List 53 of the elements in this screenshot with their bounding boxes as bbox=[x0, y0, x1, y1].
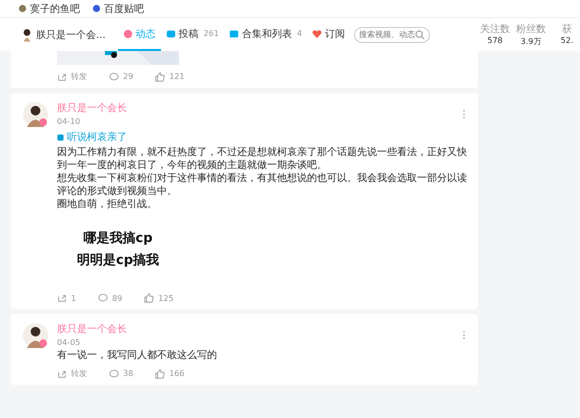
post-text: 有一说一，我写同人都不敢这么写的 bbox=[57, 349, 218, 362]
image-text: 明明是cp搞我 bbox=[76, 252, 159, 269]
like-button[interactable]: 125 bbox=[144, 293, 174, 303]
post-text: 想先收集一下柯哀粉们对于这件事情的看法，有其他想说的也可以。我会我会选取一部分以读评论的形式做到视频当中。 bbox=[57, 172, 468, 198]
thumbs-up-icon bbox=[155, 72, 166, 82]
search-field[interactable]: 搜索视频、动态 bbox=[354, 26, 430, 42]
nav-tab[interactable]: 订阅 bbox=[306, 18, 350, 51]
share-icon bbox=[57, 293, 67, 303]
share-icon bbox=[57, 72, 67, 82]
thumbs-up-icon bbox=[155, 368, 166, 378]
share-button[interactable]: 1 bbox=[57, 293, 76, 303]
share-icon bbox=[57, 368, 67, 378]
more-icon[interactable] bbox=[462, 330, 466, 340]
avatar-icon bbox=[22, 28, 32, 42]
bookmark-icon bbox=[92, 4, 101, 13]
stat-value: 3.9万 bbox=[520, 36, 542, 47]
post-date: 04-10 bbox=[57, 117, 82, 126]
topic-icon bbox=[57, 134, 64, 140]
avatar-icon bbox=[22, 322, 49, 349]
stat-value: 578 bbox=[487, 36, 503, 45]
nav-tab[interactable]: 投稿 261 bbox=[160, 18, 224, 51]
author-name[interactable]: 朕只是一个会长 bbox=[57, 322, 454, 336]
bookmark-link[interactable]: 寞子的鱼吧 bbox=[18, 2, 80, 16]
bookmark-link[interactable]: 百度贴吧 bbox=[92, 2, 144, 16]
share-button[interactable]: 转发 bbox=[57, 71, 87, 82]
comment-button[interactable]: 29 bbox=[109, 71, 134, 82]
comment-button[interactable]: 38 bbox=[109, 368, 134, 379]
like-button[interactable]: 121 bbox=[155, 71, 184, 82]
comment-icon bbox=[109, 72, 119, 82]
user-name[interactable]: 朕只是一个会... bbox=[36, 28, 106, 42]
post-text: 圈地自萌，拒绝引战。 bbox=[57, 198, 158, 211]
more-icon[interactable] bbox=[462, 109, 466, 119]
nav-tab[interactable]: 合集和列表 4 bbox=[224, 18, 307, 51]
share-button[interactable]: 转发 bbox=[57, 368, 87, 379]
comment-button[interactable]: 89 bbox=[98, 293, 122, 303]
like-button[interactable]: 166 bbox=[155, 368, 184, 379]
search-icon[interactable] bbox=[414, 30, 425, 40]
thumbs-up-icon bbox=[144, 293, 154, 303]
topic-link[interactable]: 听说柯哀亲了 bbox=[57, 130, 468, 144]
comment-icon bbox=[109, 368, 119, 378]
image-text: 哪是我搞cp bbox=[83, 230, 152, 247]
comment-icon bbox=[98, 293, 108, 303]
stat-label: 粉丝数 bbox=[516, 22, 546, 36]
post-date: 04-05 bbox=[57, 338, 82, 347]
bookmark-icon bbox=[18, 4, 27, 13]
heart-icon bbox=[312, 28, 322, 38]
stat-label: 获 bbox=[562, 22, 572, 36]
meme-image[interactable]: 哪是我搞cp 明明是cp搞我 bbox=[57, 211, 179, 287]
avatar-icon bbox=[22, 101, 49, 128]
post-text: 因为工作精力有限，就不赶热度了，不过还是想就柯哀亲了那个话题先说一些看法，正好又快到一年一度的柯哀日了，今年的视频的主题就做一期杂谈吧。 bbox=[57, 146, 468, 172]
stat-label: 关注数 bbox=[480, 22, 510, 36]
author-name[interactable]: 朕只是一个会长 bbox=[57, 101, 454, 115]
stat-value: 52. bbox=[560, 36, 574, 45]
